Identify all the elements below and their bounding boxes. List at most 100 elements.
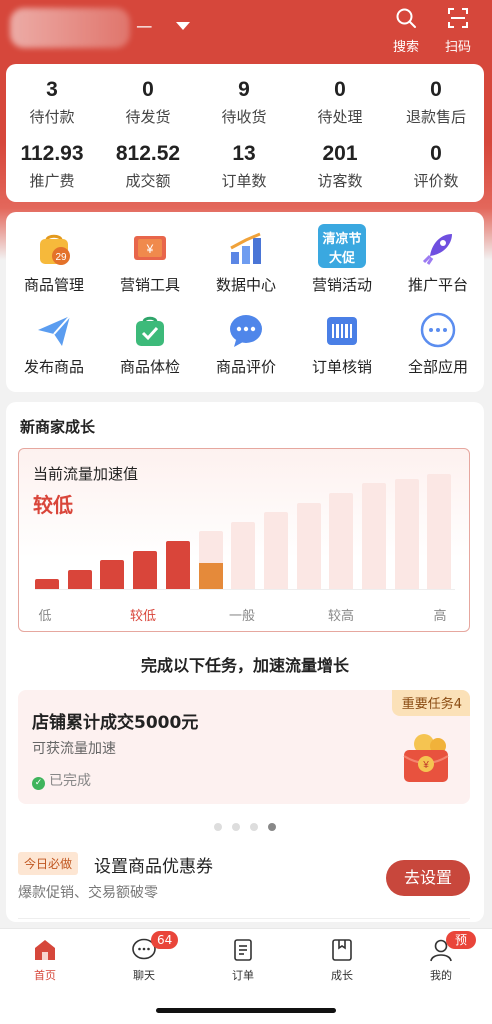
app-product-check[interactable]: 商品体检 — [102, 310, 198, 377]
order-stats-card: 3 待付款 0 待发货 9 待收货 0 待处理 0 退款售后 112.93 推广… — [6, 64, 484, 202]
task-status: ✓ 已完成 — [32, 770, 91, 790]
app-all-apps[interactable]: 全部应用 — [390, 310, 486, 377]
home-indicator — [156, 1008, 336, 1013]
carousel-dot[interactable] — [232, 823, 240, 831]
stat-pending-shipment[interactable]: 0 待发货 — [102, 78, 194, 127]
tab-me[interactable]: 我的 预警 — [406, 931, 476, 983]
chart-bar — [165, 541, 190, 589]
scan-button[interactable]: 扫码 — [436, 6, 480, 55]
app-publish-product[interactable]: 发布商品 — [6, 310, 102, 377]
stat-label: 退款售后 — [405, 108, 466, 126]
chart-bar — [198, 531, 223, 589]
chevron-down-icon[interactable] — [176, 22, 190, 30]
chart-bar — [35, 579, 59, 589]
stat-value: 812.52 — [115, 142, 181, 165]
tab-home[interactable]: 首页 — [10, 937, 80, 983]
tab-label: 成长 — [331, 969, 353, 982]
shop-avatar-blurred[interactable] — [10, 8, 130, 48]
app-marketing-tools[interactable]: ¥ 营销工具 — [102, 228, 198, 295]
carousel-dot[interactable] — [250, 823, 258, 831]
tick-label-lower: 较低 — [129, 609, 156, 624]
check-icon: ✓ — [32, 777, 45, 790]
stat-value: 0 — [430, 78, 442, 101]
tab-chat[interactable]: 聊天 64 — [109, 931, 179, 983]
shop-name[interactable]: ㅡ — [136, 14, 153, 40]
paper-plane-icon — [38, 315, 71, 346]
warning-badge: 预警 — [446, 931, 476, 965]
bar-chart-icon — [230, 232, 261, 264]
stat-gmv[interactable]: 812.52 成交额 — [102, 142, 194, 191]
stat-label: 订单数 — [221, 172, 267, 190]
chart-bar — [394, 479, 419, 589]
stat-value: 112.93 — [20, 142, 84, 165]
chart-bar — [329, 493, 354, 589]
stat-value: 3 — [46, 78, 58, 101]
stat-visitors[interactable]: 201 访客数 — [294, 142, 386, 191]
traffic-boost-chart[interactable]: 当前流量加速值 较低 低 较低 一般 较高 高 — [18, 448, 470, 632]
home-icon — [35, 940, 55, 960]
book-icon — [332, 939, 352, 961]
app-badge: 29 — [55, 252, 67, 263]
chart-bar — [100, 560, 125, 589]
stat-value: 0 — [430, 142, 442, 165]
task-heading: 完成以下任务，加速流量增长 — [140, 656, 349, 675]
stat-reviews[interactable]: 0 评价数 — [390, 142, 482, 191]
carousel-dot-active[interactable] — [268, 823, 276, 831]
search-button[interactable]: 搜索 — [384, 6, 428, 55]
today-tag: 今日必做 — [18, 852, 79, 875]
chart-bar — [133, 551, 158, 589]
current-level: 较低 — [33, 493, 73, 517]
search-label: 搜索 — [392, 40, 419, 55]
stat-label: 待处理 — [317, 108, 363, 126]
stat-pending-receipt[interactable]: 9 待收货 — [198, 78, 290, 127]
carousel-dots — [6, 816, 484, 835]
task-desc: 可获流量加速 — [32, 741, 116, 757]
rocket-icon — [422, 234, 452, 265]
task-status-text: 已完成 — [49, 773, 91, 789]
app-label: 营销工具 — [119, 276, 180, 294]
app-marketing-activity[interactable]: 清凉节 大促 营销活动 — [294, 224, 390, 295]
bag-icon: 29 — [40, 234, 70, 265]
app-data-center[interactable]: 数据中心 — [198, 228, 294, 295]
app-label: 数据中心 — [215, 276, 276, 294]
stat-value: 9 — [238, 78, 250, 101]
stat-value: 13 — [232, 142, 256, 165]
divider — [18, 918, 470, 919]
stat-label: 推广费 — [29, 172, 75, 190]
app-promotion-platform[interactable]: 推广平台 — [390, 228, 486, 295]
tick-label-higher: 较高 — [327, 609, 354, 624]
stat-pending-payment[interactable]: 3 待付款 — [6, 78, 98, 127]
check-bag-icon — [136, 316, 164, 346]
go-setup-button[interactable]: 去设置 — [386, 860, 470, 896]
stat-pending-handle[interactable]: 0 待处理 — [294, 78, 386, 127]
stat-refund[interactable]: 0 退款售后 — [390, 78, 482, 127]
stat-label: 评价数 — [413, 172, 459, 190]
chart-axis — [35, 589, 455, 590]
stat-orders[interactable]: 13 订单数 — [198, 142, 290, 191]
tab-growth[interactable]: 成长 — [307, 937, 377, 983]
barcode-icon — [327, 317, 357, 345]
red-envelope-coins-icon: ¥ — [403, 734, 449, 782]
chart-bar — [67, 570, 92, 589]
scan-label: 扫码 — [444, 40, 471, 55]
tick-label-medium: 一般 — [228, 609, 255, 624]
app-label: 商品评价 — [215, 358, 276, 376]
app-product-management[interactable]: 29 商品管理 — [6, 228, 102, 295]
tick-label-high: 高 — [433, 609, 447, 624]
carousel-dot[interactable] — [214, 823, 222, 831]
stat-label: 待发货 — [125, 108, 171, 126]
task-card[interactable]: 重要任务4 店铺累计成交5000元 可获流量加速 ✓ 已完成 ¥ — [18, 690, 470, 804]
tab-orders[interactable]: 订单 — [208, 937, 278, 983]
order-icon — [234, 939, 252, 961]
app-order-verification[interactable]: 订单核销 — [294, 310, 390, 377]
chart-bar — [296, 503, 321, 589]
stat-promo-fee[interactable]: 112.93 推广费 — [6, 142, 98, 191]
top-bar: ㅡ 搜索 扫码 — [0, 0, 492, 62]
task-badge: 重要任务4 — [391, 690, 470, 716]
app-label: 全部应用 — [407, 358, 468, 376]
promo-banner-line2: 大促 — [328, 251, 355, 266]
app-product-reviews[interactable]: 商品评价 — [198, 310, 294, 377]
chat-bubble-icon — [230, 315, 262, 347]
svg-text:¥: ¥ — [146, 242, 154, 256]
stat-label: 访客数 — [317, 172, 363, 190]
